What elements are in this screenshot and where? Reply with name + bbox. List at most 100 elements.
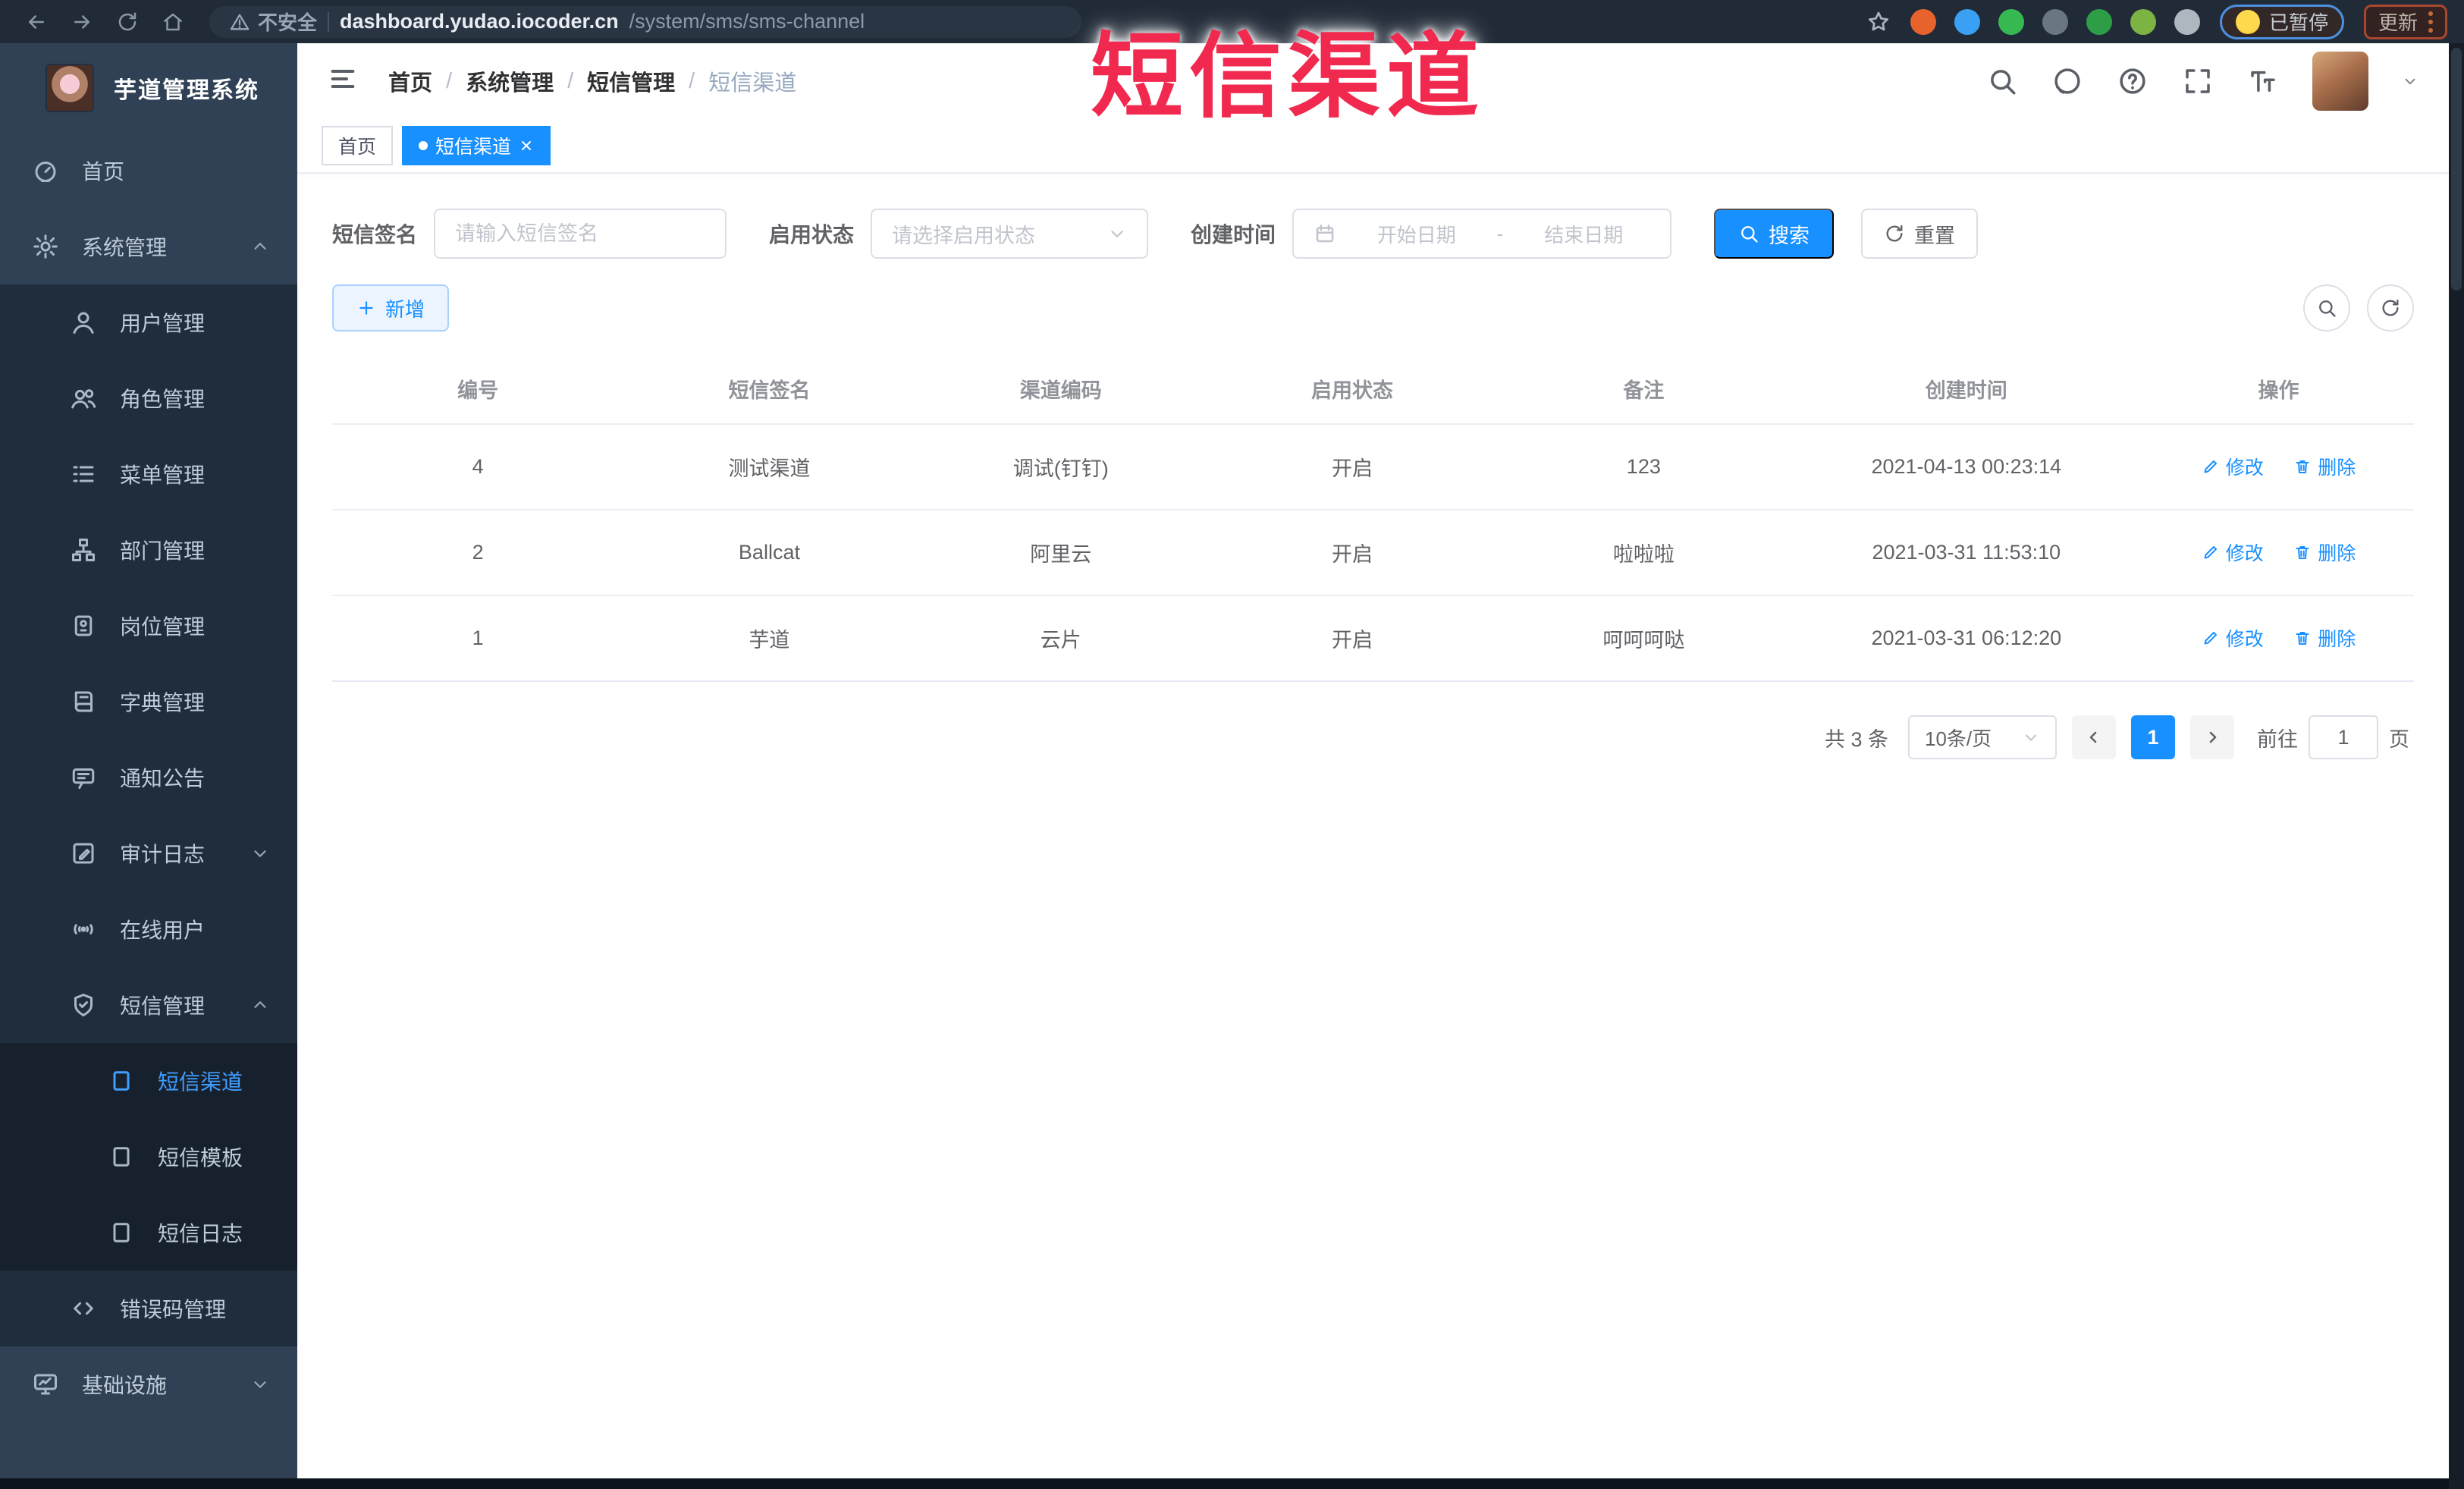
monitor-icon	[32, 1371, 59, 1398]
github-icon[interactable]	[2051, 65, 2083, 97]
tab-0[interactable]: 首页	[322, 126, 394, 165]
sidebar-item-11[interactable]: 短信管理	[0, 967, 297, 1043]
sidebar-item-16[interactable]: 基础设施	[0, 1346, 297, 1422]
sidebar-item-label: 角色管理	[120, 388, 206, 411]
browser-menu-icon[interactable]	[2428, 11, 2433, 33]
add-button[interactable]: 新增	[332, 284, 450, 331]
avatar[interactable]	[2312, 52, 2368, 111]
sidebar-item-14[interactable]: 短信日志	[0, 1195, 297, 1271]
help-icon[interactable]	[2117, 65, 2149, 97]
chevron-down-icon[interactable]	[2402, 73, 2418, 90]
cell: 123	[1626, 455, 1661, 478]
sidebar-item-5[interactable]: 部门管理	[0, 512, 297, 588]
end-date-placeholder[interactable]: 结束日期	[1518, 220, 1651, 248]
next-page-button[interactable]	[2190, 715, 2234, 759]
delete-link[interactable]: 删除	[2293, 539, 2356, 566]
app-logo-row[interactable]: 芋道管理系统	[0, 43, 297, 133]
sidebar-item-0[interactable]: 首页	[0, 133, 297, 209]
search-circle-icon[interactable]	[2303, 284, 2350, 331]
current-page-button[interactable]: 1	[2131, 715, 2175, 759]
sidebar-item-3[interactable]: 角色管理	[0, 360, 297, 436]
bookmark-star-icon[interactable]	[1866, 10, 1891, 34]
refresh-circle-icon[interactable]	[2367, 284, 2414, 331]
green-check-extension-icon[interactable]	[1998, 8, 2024, 35]
chevron-up-icon	[250, 995, 270, 1015]
code-brackets-icon	[70, 1295, 97, 1322]
sidebar-item-2[interactable]: 用户管理	[0, 284, 297, 360]
sidebar-item-7[interactable]: 字典管理	[0, 664, 297, 740]
delete-link[interactable]: 删除	[2293, 624, 2356, 652]
dashboard-icon	[32, 157, 59, 184]
tab-1[interactable]: 短信渠道	[402, 126, 551, 165]
sidebar-item-10[interactable]: 在线用户	[0, 891, 297, 967]
tab-label: 首页	[338, 137, 377, 158]
blue-pin-extension-icon[interactable]	[1954, 8, 1980, 35]
browser-update-button[interactable]: 更新	[2363, 4, 2447, 39]
sidebar-item-label: 通知公告	[120, 767, 206, 790]
calendar-icon	[1314, 222, 1336, 245]
sidebar-item-label: 用户管理	[120, 312, 206, 335]
sidebar-item-label: 字典管理	[120, 691, 206, 715]
grid-extension-icon[interactable]	[2042, 8, 2068, 35]
reset-button[interactable]: 重置	[1861, 209, 1979, 259]
paused-extension-badge[interactable]: 已暂停	[2219, 4, 2344, 39]
table-row: 4 测试渠道 调试(钉钉) 开启 123 2021-04-13 00:23:14 修改 删…	[332, 425, 2414, 510]
close-icon[interactable]	[519, 138, 534, 153]
forward-icon[interactable]	[62, 5, 102, 39]
table-toolbar: 新增	[332, 284, 2414, 331]
edit-link[interactable]: 修改	[2202, 539, 2264, 566]
edit-link[interactable]: 修改	[2202, 453, 2264, 480]
puzzle-extension-icon[interactable]	[2174, 8, 2200, 35]
sidebar-item-label: 审计日志	[120, 843, 206, 866]
font-size-icon[interactable]	[2247, 65, 2279, 97]
cell: 1	[472, 627, 484, 649]
column-header-3: 启用状态	[1311, 379, 1394, 402]
breadcrumb-item-0[interactable]: 首页	[388, 65, 432, 97]
notice-message-icon	[70, 764, 97, 791]
sidebar-item-8[interactable]: 通知公告	[0, 740, 297, 815]
back-icon[interactable]	[17, 5, 56, 39]
sidebar-item-label: 菜单管理	[120, 463, 206, 487]
browser-scrollbar[interactable]	[2449, 43, 2464, 1489]
table-row: 1 芋道 云片 开启 呵呵呵哒 2021-03-31 06:12:20 修改 删除	[332, 596, 2414, 682]
sidebar-item-4[interactable]: 菜单管理	[0, 436, 297, 512]
page-size-select[interactable]: 10条/页	[1908, 715, 2057, 759]
status-select[interactable]: 请选择启用状态	[871, 209, 1149, 259]
sidebar-item-6[interactable]: 岗位管理	[0, 588, 297, 664]
signature-input[interactable]	[455, 221, 706, 246]
cell: 呵呵呵哒	[1602, 629, 1685, 652]
home-icon[interactable]	[153, 5, 193, 39]
sidebar-item-label: 部门管理	[120, 539, 206, 563]
edit-link[interactable]: 修改	[2202, 624, 2264, 652]
sidebar-item-15[interactable]: 错误码管理	[0, 1271, 297, 1346]
sidebar-item-9[interactable]: 审计日志	[0, 815, 297, 891]
delete-link[interactable]: 删除	[2293, 453, 2356, 480]
date-range-picker[interactable]: 开始日期 - 结束日期	[1292, 209, 1672, 259]
sidebar-item-12[interactable]: 短信渠道	[0, 1043, 297, 1119]
sidebar-item-13[interactable]: 短信模板	[0, 1119, 297, 1195]
hamburger-icon[interactable]	[328, 64, 363, 99]
address-bar[interactable]: 不安全 dashboard.yudao.iocoder.cn /system/s…	[209, 5, 1081, 38]
cell: 4	[472, 455, 484, 478]
search-icon[interactable]	[1986, 65, 2018, 97]
reload-icon[interactable]	[108, 5, 147, 39]
vpn-on-extension-icon[interactable]	[2086, 8, 2112, 35]
prev-page-button[interactable]	[2072, 715, 2116, 759]
trash-icon	[2293, 543, 2312, 561]
search-button[interactable]: 搜索	[1714, 209, 1835, 259]
badge-icon	[70, 612, 97, 639]
breadcrumb-item-2[interactable]: 短信管理	[587, 65, 675, 97]
sidebar-item-1[interactable]: 系统管理	[0, 209, 297, 284]
cell: 芋道	[749, 629, 790, 652]
column-header-6: 操作	[2258, 379, 2299, 402]
scrollbar-thumb[interactable]	[2451, 48, 2462, 291]
green-leaf-extension-icon[interactable]	[2130, 8, 2156, 35]
orange-circle-extension-icon[interactable]	[1910, 8, 1936, 35]
breadcrumb-item-1[interactable]: 系统管理	[466, 65, 554, 97]
goto-page-input[interactable]	[2309, 715, 2378, 759]
start-date-placeholder[interactable]: 开始日期	[1350, 220, 1483, 248]
security-warning[interactable]: 不安全	[229, 8, 317, 36]
fullscreen-icon[interactable]	[2182, 65, 2214, 97]
search-form: 短信签名 启用状态 请选择启用状态 创建时间 开始日期 - 结束日期 搜索	[332, 209, 2414, 259]
cell: 2021-04-13 00:23:14	[1871, 455, 2062, 478]
